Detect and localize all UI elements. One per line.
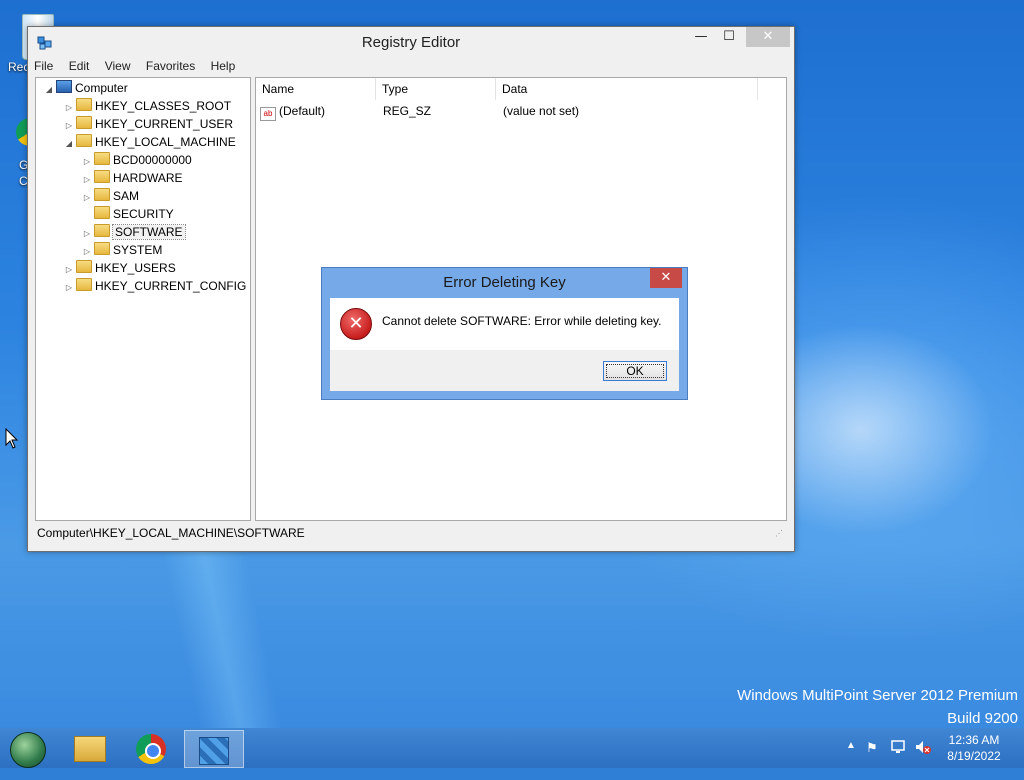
menu-favorites[interactable]: Favorites	[140, 57, 201, 73]
folder-icon	[76, 278, 92, 291]
tree-item-label: HKEY_CURRENT_CONFIG	[95, 279, 247, 293]
close-button[interactable]: ✕	[746, 27, 790, 47]
tree-item-hkey-current-config[interactable]: ▷ HKEY_CURRENT_CONFIG	[64, 277, 246, 295]
error-dialog[interactable]: Error Deleting Key ✕ ✕ Cannot delete SOF…	[321, 267, 688, 400]
watermark-build: Build 9200	[947, 710, 1018, 727]
dialog-body: ✕ Cannot delete SOFTWARE: Error while de…	[330, 298, 679, 391]
computer-icon	[56, 80, 72, 93]
tree-item-bcd00000000[interactable]: ▷ BCD00000000	[82, 151, 192, 169]
resize-grip-icon[interactable]: ⋰	[775, 529, 783, 538]
show-hidden-icons-button[interactable]: ▲	[846, 740, 856, 780]
status-path: Computer\HKEY_LOCAL_MACHINE\SOFTWARE	[37, 526, 305, 540]
regedit-icon	[199, 737, 229, 765]
file-explorer-icon	[74, 736, 106, 762]
tree-item-label-selected: SOFTWARE	[112, 224, 186, 240]
tree-item-hkey-local-machine[interactable]: ◢ HKEY_LOCAL_MACHINE	[64, 133, 236, 151]
folder-icon	[94, 188, 110, 201]
clock-time: 12:36 AM	[948, 733, 1000, 747]
value-row-name[interactable]: ab (Default)	[260, 102, 326, 121]
taskbar-chrome[interactable]	[124, 730, 180, 766]
tree-item-label: Computer	[75, 81, 128, 95]
tree-item-label: SECURITY	[113, 207, 174, 221]
folder-icon	[94, 206, 110, 219]
menu-file[interactable]: File	[28, 57, 59, 73]
column-header-data[interactable]: Data	[496, 78, 758, 100]
collapse-arrow-icon[interactable]: ◢	[44, 81, 54, 99]
folder-icon	[94, 152, 110, 165]
status-bar: Computer\HKEY_LOCAL_MACHINE\SOFTWARE ⋰	[35, 523, 785, 543]
tree-item-label: HKEY_USERS	[95, 261, 176, 275]
value-name: (Default)	[279, 104, 326, 118]
tree-item-label: HARDWARE	[113, 171, 183, 185]
tree-item-label: BCD00000000	[113, 153, 192, 167]
volume-muted-icon[interactable]	[914, 739, 932, 779]
taskbar-registry-editor[interactable]	[184, 730, 244, 768]
dialog-message: Cannot delete SOFTWARE: Error while dele…	[382, 314, 662, 328]
folder-icon	[94, 224, 110, 237]
key-tree-pane[interactable]: ◢ Computer ▷ HKEY_CLASSES_ROOT ▷ HKEY_CURRE…	[35, 77, 251, 521]
dialog-title: Error Deleting Key	[443, 274, 566, 291]
ok-button[interactable]: OK	[603, 361, 667, 381]
tree-item-label: HKEY_CLASSES_ROOT	[95, 99, 232, 113]
taskbar-file-explorer[interactable]	[62, 730, 118, 766]
column-header-name[interactable]: Name	[256, 78, 376, 100]
folder-icon	[76, 116, 92, 129]
value-row-type: REG_SZ	[383, 104, 432, 118]
mouse-cursor-icon	[5, 428, 19, 449]
folder-icon	[94, 242, 110, 255]
value-row-data: (value not set)	[503, 104, 580, 118]
collapse-arrow-icon[interactable]: ◢	[64, 135, 74, 153]
dialog-close-button[interactable]: ✕	[650, 268, 682, 288]
tree-item-label: HKEY_CURRENT_USER	[95, 117, 234, 131]
folder-icon	[76, 98, 92, 111]
taskbar: ▲ ⚑ 12:36 AM 8/19/2022	[0, 728, 1024, 768]
folder-icon	[94, 170, 110, 183]
minimize-button[interactable]: —	[688, 27, 714, 47]
folder-open-icon	[76, 134, 92, 147]
dialog-message-area: ✕ Cannot delete SOFTWARE: Error while de…	[330, 298, 679, 350]
multipoint-orb-icon	[10, 732, 46, 768]
chrome-icon	[136, 734, 166, 764]
tree-item-system[interactable]: ▷ SYSTEM	[82, 241, 162, 259]
maximize-button[interactable]: ☐	[716, 27, 742, 47]
window-titlebar[interactable]: Registry Editor — ☐ ✕	[28, 27, 794, 57]
tree-item-security[interactable]: SECURITY	[82, 205, 174, 223]
folder-icon	[76, 260, 92, 273]
string-value-icon: ab	[260, 107, 276, 121]
tree-item-hkey-classes-root[interactable]: ▷ HKEY_CLASSES_ROOT	[64, 97, 231, 115]
tree-item-label: SYSTEM	[113, 243, 163, 257]
tree-item-label: SAM	[113, 189, 140, 203]
menu-edit[interactable]: Edit	[63, 57, 96, 73]
watermark-edition: Windows MultiPoint Server 2012 Premium	[737, 687, 1018, 704]
tree-item-hkey-current-user[interactable]: ▷ HKEY_CURRENT_USER	[64, 115, 233, 133]
tree-item-hardware[interactable]: ▷ HARDWARE	[82, 169, 183, 187]
menu-view[interactable]: View	[99, 57, 137, 73]
column-header-type[interactable]: Type	[376, 78, 496, 100]
menu-bar: File Edit View Favorites Help	[28, 57, 794, 77]
network-icon[interactable]	[890, 739, 906, 779]
tree-item-software[interactable]: ▷ SOFTWARE	[82, 223, 186, 241]
window-title: Registry Editor	[361, 34, 461, 51]
action-center-flag-icon[interactable]: ⚑	[866, 740, 878, 780]
start-button[interactable]	[8, 730, 64, 768]
taskbar-clock[interactable]: 12:36 AM 8/19/2022	[944, 732, 1004, 772]
tree-item-label: HKEY_LOCAL_MACHINE	[95, 135, 236, 149]
tree-item-sam[interactable]: ▷ SAM	[82, 187, 139, 205]
tree-item-computer[interactable]: ◢ Computer	[44, 79, 128, 97]
expand-arrow-icon[interactable]: ▷	[64, 279, 74, 297]
error-icon: ✕	[340, 308, 372, 340]
clock-date: 8/19/2022	[947, 749, 1001, 763]
menu-help[interactable]: Help	[205, 57, 242, 73]
os-watermark: Windows MultiPoint Server 2012 Premium B…	[737, 684, 1018, 730]
tree-item-hkey-users[interactable]: ▷ HKEY_USERS	[64, 259, 176, 277]
